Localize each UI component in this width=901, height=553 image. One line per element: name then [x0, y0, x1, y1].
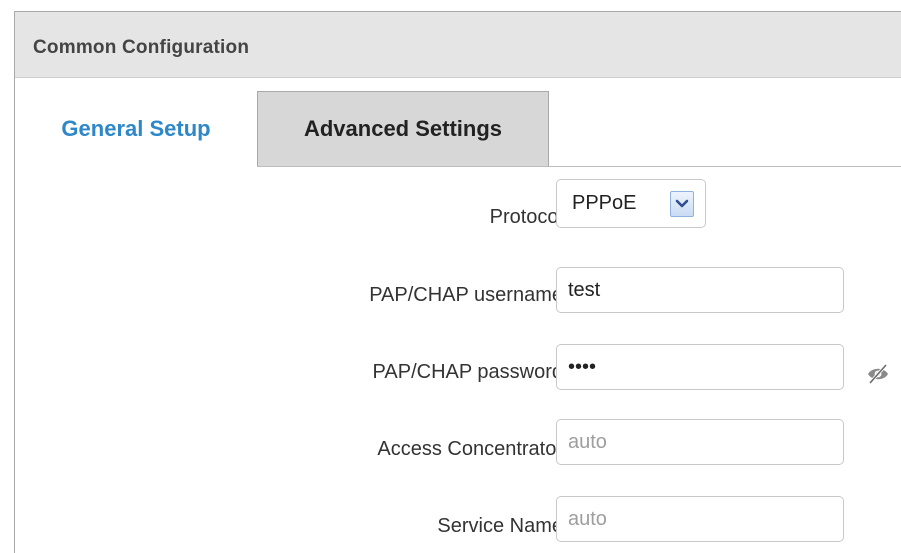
protocol-selected-value: PPPoE — [572, 192, 637, 214]
eye-slash-icon[interactable] — [866, 362, 890, 386]
username-label: PAP/CHAP username — [369, 284, 563, 306]
tab-bar: General Setup Advanced Settings — [15, 91, 901, 167]
service-name-label: Service Name — [437, 515, 563, 537]
access-concentrator-label: Access Concentrator — [377, 438, 563, 460]
panel-header: Common Configuration — [15, 12, 901, 78]
panel-title: Common Configuration — [33, 37, 250, 58]
protocol-select[interactable]: PPPoE — [556, 179, 706, 228]
username-input[interactable] — [556, 267, 844, 313]
tab-general-setup[interactable]: General Setup — [15, 91, 257, 167]
tab-advanced-settings[interactable]: Advanced Settings — [257, 91, 549, 167]
protocol-label: Protocol — [489, 206, 563, 228]
access-concentrator-input[interactable] — [556, 419, 844, 465]
password-label: PAP/CHAP password — [372, 361, 563, 383]
password-input[interactable] — [556, 344, 844, 390]
service-name-input[interactable] — [556, 496, 844, 542]
chevron-down-icon[interactable] — [670, 191, 694, 217]
